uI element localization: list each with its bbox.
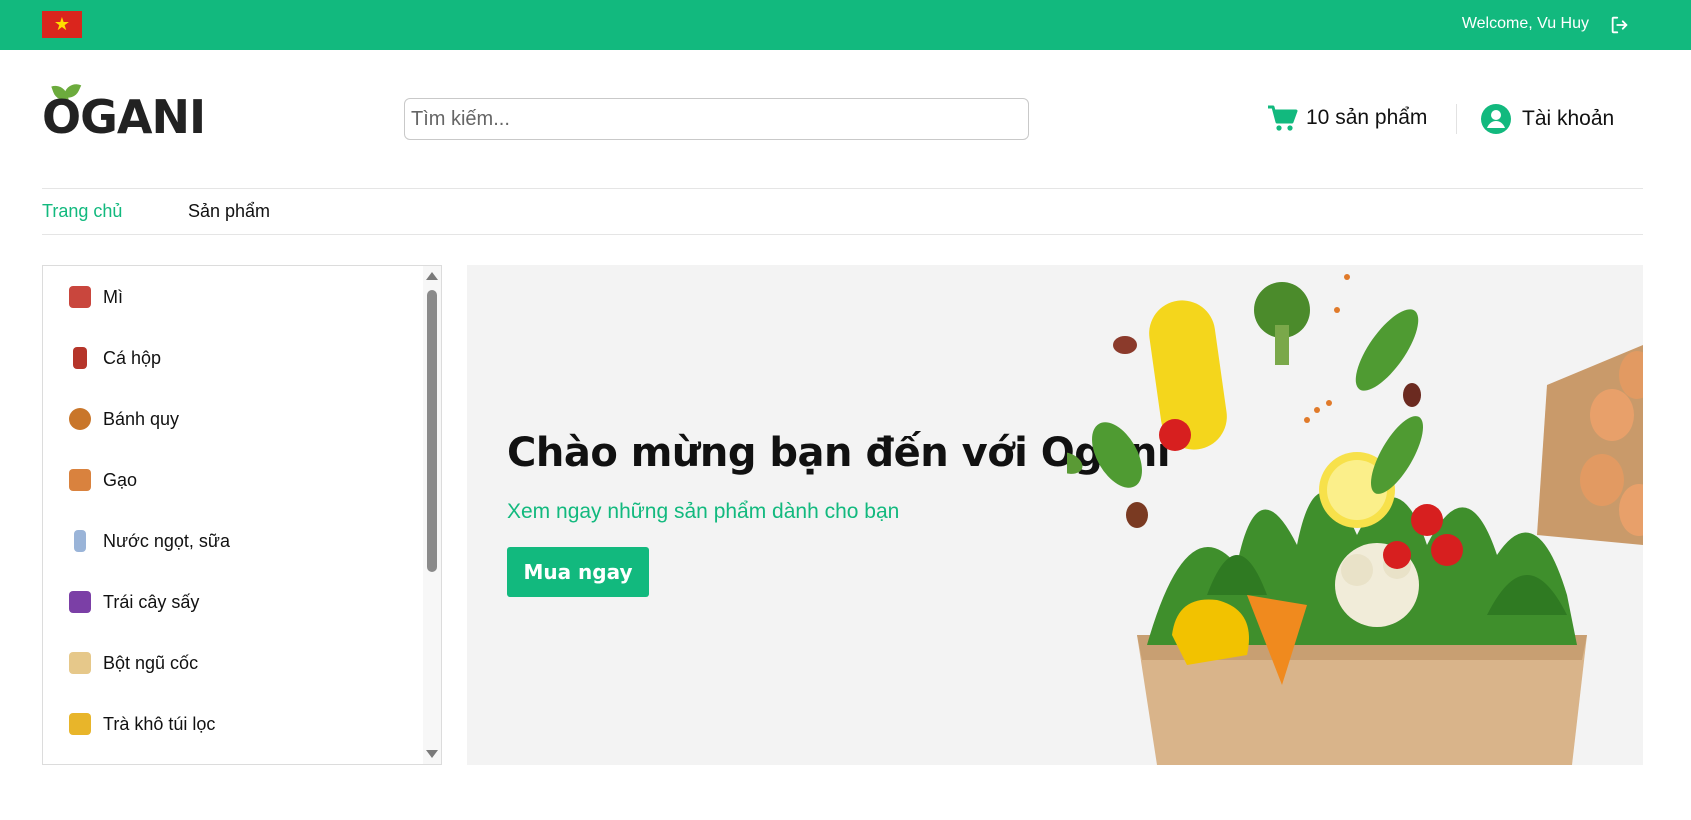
category-item[interactable]: Mì xyxy=(69,282,123,312)
hero-banner: Chào mừng bạn đến với Ogani Xem ngay nhữ… xyxy=(467,265,1643,765)
welcome-text: Welcome, Vu Huy xyxy=(1461,15,1589,32)
category-label: Trà khô túi lọc xyxy=(103,713,216,734)
logout-icon[interactable] xyxy=(1609,14,1631,36)
nav-item-home[interactable]: Trang chủ xyxy=(42,201,122,222)
scroll-down-icon[interactable] xyxy=(426,750,438,758)
vietnam-flag-icon[interactable]: ★ xyxy=(42,11,82,38)
scrollbar-thumb[interactable] xyxy=(427,290,437,572)
rice-icon xyxy=(69,469,91,491)
category-item[interactable]: Bột ngũ cốc xyxy=(69,648,198,678)
category-label: Nước ngọt, sữa xyxy=(103,530,230,551)
noodle-icon xyxy=(69,286,91,308)
category-label: Bánh quy xyxy=(103,408,180,429)
category-label: Cá hộp xyxy=(103,347,162,368)
shop-now-button[interactable]: Mua ngay xyxy=(507,547,649,597)
category-item[interactable]: Trái cây sấy xyxy=(69,587,199,617)
header-divider xyxy=(1456,104,1457,134)
account-button[interactable]: Tài khoản xyxy=(1480,102,1614,136)
category-item[interactable]: Nước ngọt, sữa xyxy=(69,526,230,556)
cereal-icon xyxy=(69,652,91,674)
account-label: Tài khoản xyxy=(1522,107,1615,130)
category-item[interactable]: Gạo xyxy=(69,465,137,495)
cart-button[interactable]: 10 sản phẩm xyxy=(1266,100,1427,136)
sidebar-scrollbar[interactable] xyxy=(423,266,441,764)
category-sidebar: Mì Cá hộp Bánh quy Gạo Nước ngọt, sữa Tr… xyxy=(42,265,442,765)
logo-text: OGANI xyxy=(42,90,206,144)
category-label: Bột ngũ cốc xyxy=(103,652,199,673)
cart-count-label: 10 sản phẩm xyxy=(1306,106,1428,129)
user-circle-icon xyxy=(1481,104,1511,134)
drink-bottle-icon xyxy=(74,530,86,552)
cart-icon xyxy=(1268,105,1298,131)
category-item[interactable]: Bánh quy xyxy=(69,404,179,434)
category-label: Mì xyxy=(103,286,123,307)
dried-fruit-icon xyxy=(69,591,91,613)
category-item[interactable]: Trà khô túi lọc xyxy=(69,709,215,739)
scroll-up-icon[interactable] xyxy=(426,272,438,280)
cookie-icon xyxy=(69,408,91,430)
flag-star: ★ xyxy=(53,13,71,35)
nav-item-products[interactable]: Sản phẩm xyxy=(188,201,270,222)
category-item[interactable]: Cá hộp xyxy=(69,343,161,373)
tea-bag-icon xyxy=(69,713,91,735)
hero-subtitle: Xem ngay những sản phẩm dành cho bạn xyxy=(507,500,900,523)
search-input[interactable] xyxy=(404,98,1029,140)
category-label: Gạo xyxy=(103,469,138,490)
canned-fish-icon xyxy=(73,347,87,369)
grocery-bag-image xyxy=(1067,274,1643,765)
main-nav: Trang chủ Sản phẩm xyxy=(42,188,1643,235)
logo[interactable]: OGANI xyxy=(42,80,206,144)
top-bar: ★ Welcome, Vu Huy xyxy=(0,0,1691,50)
category-label: Trái cây sấy xyxy=(103,591,200,612)
